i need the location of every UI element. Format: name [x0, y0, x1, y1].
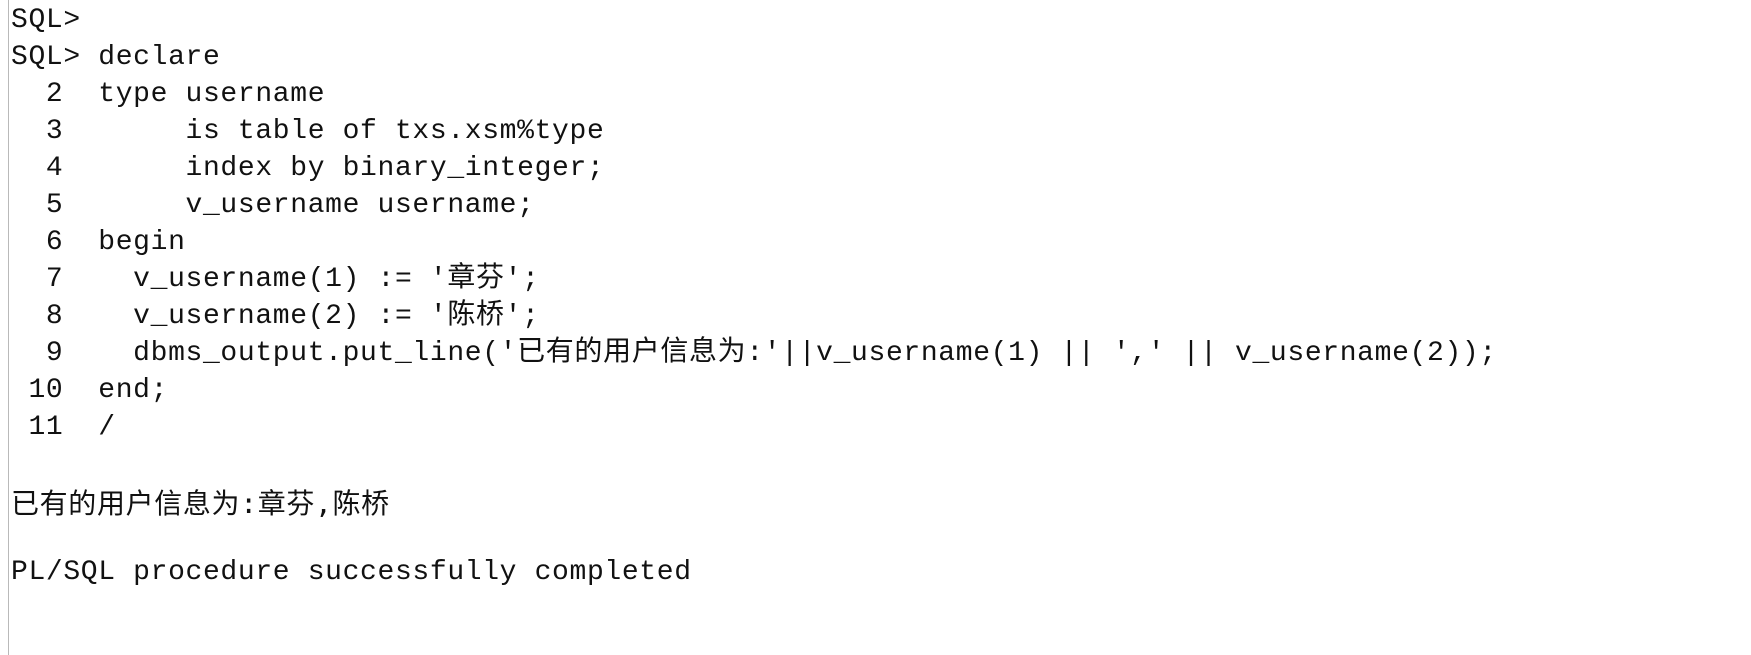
terminal-left-border	[8, 0, 9, 655]
sql-prompt-line: SQL>	[11, 5, 81, 36]
code-line: 8 v_username(2) := '陈桥';	[11, 301, 540, 332]
code-line: 3 is table of txs.xsm%type	[11, 116, 605, 147]
completion-status-text: PL/SQL procedure successfully completed	[11, 557, 692, 588]
code-line: 10 end;	[11, 375, 169, 406]
dbms-output-text: 已有的用户信息为:章芬,陈桥	[11, 487, 390, 520]
code-line: 7 v_username(1) := '章芬';	[11, 264, 540, 295]
code-line: 2 type username	[11, 79, 326, 110]
code-line: 6 begin	[11, 227, 186, 258]
sqlplus-terminal[interactable]: SQL> SQL> declare 2 type username 3 is t…	[11, 2, 1741, 591]
code-line: 5 v_username username;	[11, 190, 535, 221]
code-line: 9 dbms_output.put_line('已有的用户信息为:'||v_us…	[11, 338, 1497, 369]
code-line: 11 /	[11, 412, 116, 443]
code-line: 4 index by binary_integer;	[11, 153, 605, 184]
sql-prompt-line: SQL> declare	[11, 42, 221, 73]
